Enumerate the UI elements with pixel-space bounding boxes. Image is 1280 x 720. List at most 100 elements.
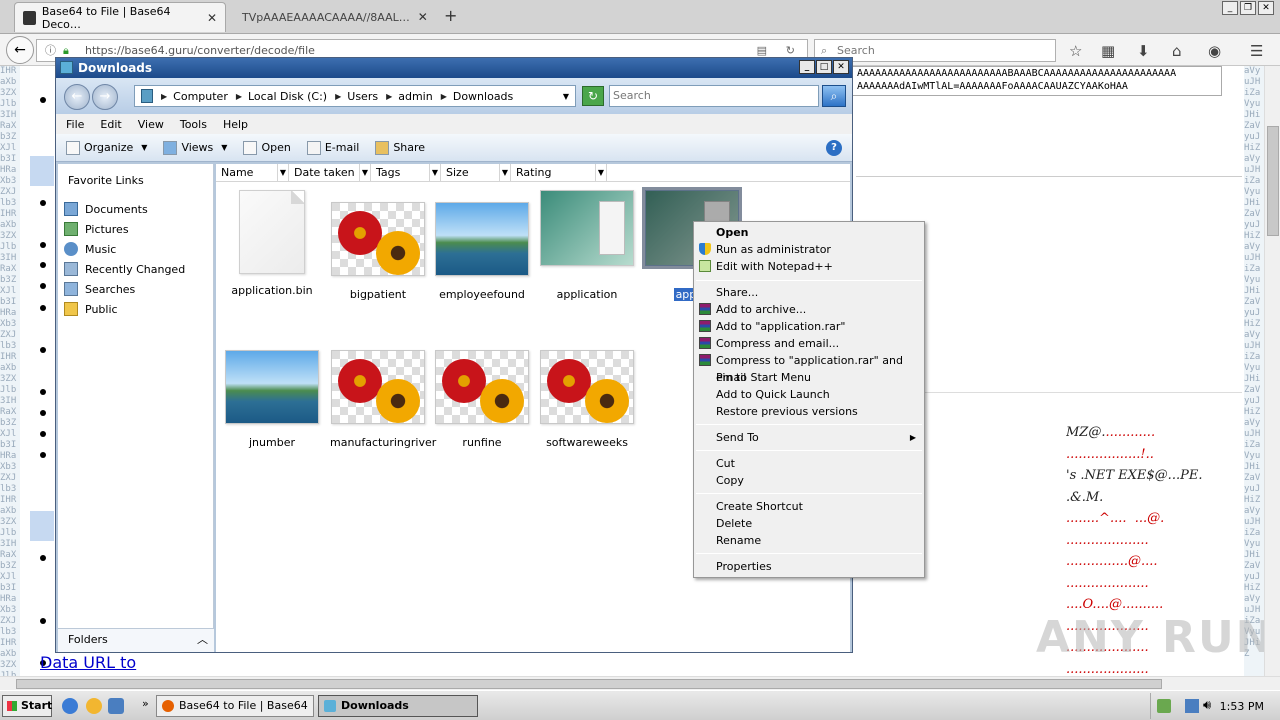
open-button[interactable]: Open [243, 140, 291, 155]
home-icon[interactable]: ⌂ [1172, 42, 1182, 60]
address-breadcrumb[interactable]: ▶ Computer ▶ Local Disk (C:) ▶ Users ▶ a… [134, 85, 576, 107]
menu-item-create-shortcut[interactable]: Create Shortcut [696, 498, 922, 515]
back-button[interactable]: ← [6, 36, 34, 64]
menu-item-pin-start[interactable]: Pin to Start Menu [696, 369, 922, 386]
file-item[interactable]: softwareweeks [537, 350, 637, 449]
views-button[interactable]: Views ▼ [163, 140, 227, 155]
column-rating[interactable]: Rating ▼ [511, 164, 607, 182]
download-icon[interactable]: ⬇ [1137, 42, 1150, 60]
email-button[interactable]: E-mail [306, 140, 359, 155]
show-desktop-icon[interactable] [108, 698, 124, 714]
menu-item-rename[interactable]: Rename [696, 532, 922, 549]
column-size[interactable]: Size ▼ [441, 164, 511, 182]
volume-icon[interactable]: 🔊︎ [1203, 698, 1211, 713]
start-button[interactable]: Start [2, 695, 52, 717]
menu-item-copy[interactable]: Copy [696, 472, 922, 489]
taskbar-item-downloads[interactable]: Downloads [318, 695, 478, 717]
menu-item-restore-versions[interactable]: Restore previous versions [696, 403, 922, 420]
menu-tools[interactable]: Tools [180, 118, 207, 131]
favorite-searches[interactable]: Searches [64, 282, 135, 296]
favorite-recently-changed[interactable]: Recently Changed [64, 262, 185, 276]
file-item[interactable]: bigpatient [328, 202, 428, 301]
page-horizontal-scrollbar[interactable] [0, 676, 1280, 690]
network-icon[interactable] [1185, 699, 1199, 713]
forward-button[interactable]: → [92, 84, 118, 110]
chevron-down-icon[interactable]: ▼ [358, 164, 368, 181]
chevron-right-icon[interactable]: ▶ [236, 92, 242, 101]
close-tab-icon[interactable]: ✕ [410, 10, 428, 24]
breadcrumb-admin[interactable]: admin [398, 90, 432, 103]
breadcrumb-users[interactable]: Users [347, 90, 378, 103]
column-tags[interactable]: Tags ▼ [371, 164, 441, 182]
chevron-down-icon[interactable]: ▼ [498, 164, 508, 181]
restore-button[interactable]: ❐ [1240, 1, 1256, 15]
share-button[interactable]: Share [375, 140, 425, 155]
menu-item-compress-rar-email[interactable]: Compress to "application.rar" and email [696, 352, 922, 384]
browser-tab[interactable]: TVpAAAEAAAACAAAA//8AAL… ✕ [228, 2, 434, 32]
menu-view[interactable]: View [138, 118, 164, 131]
pocket-icon[interactable]: ◉ [1208, 42, 1221, 60]
chevron-right-icon[interactable]: » [142, 697, 149, 710]
chevron-right-icon[interactable]: ▶ [386, 92, 392, 101]
menu-item-open[interactable]: Open [696, 224, 922, 241]
internet-explorer-icon[interactable] [62, 698, 78, 714]
chevron-down-icon[interactable]: ▼ [594, 164, 604, 181]
explorer-search-input[interactable]: Search [609, 85, 819, 107]
favorite-documents[interactable]: Documents [64, 202, 148, 216]
file-item[interactable]: application.bin [222, 190, 322, 297]
file-item[interactable]: manufacturingriver [328, 350, 436, 449]
menu-item-properties[interactable]: Properties [696, 558, 922, 575]
search-icon[interactable]: ⌕ [822, 85, 846, 107]
help-icon[interactable]: ? [826, 140, 842, 156]
minimize-button[interactable]: _ [799, 60, 815, 74]
menu-item-edit-notepad[interactable]: Edit with Notepad++ [696, 258, 922, 275]
menu-help[interactable]: Help [223, 118, 248, 131]
minimize-button[interactable]: _ [1222, 1, 1238, 15]
chevron-down-icon[interactable]: ▼ [563, 92, 569, 101]
chevron-right-icon[interactable]: ▶ [161, 92, 167, 101]
media-player-icon[interactable] [86, 698, 102, 714]
menu-item-cut[interactable]: Cut [696, 455, 922, 472]
new-tab-button[interactable]: + [444, 6, 457, 25]
file-item[interactable]: application [537, 190, 637, 301]
scroll-thumb[interactable] [16, 679, 1162, 689]
file-item[interactable]: jnumber [222, 350, 322, 449]
column-date-taken[interactable]: Date taken ▼ [289, 164, 371, 182]
scroll-thumb[interactable] [1267, 126, 1279, 236]
menu-item-add-rar[interactable]: Add to "application.rar" [696, 318, 922, 335]
favorite-pictures[interactable]: Pictures [64, 222, 129, 236]
breadcrumb-downloads[interactable]: Downloads [453, 90, 513, 103]
close-tab-icon[interactable]: ✕ [199, 11, 217, 25]
column-name[interactable]: Name ▼ [216, 164, 289, 182]
security-icon[interactable] [1157, 699, 1171, 713]
menu-item-quick-launch[interactable]: Add to Quick Launch [696, 386, 922, 403]
back-button[interactable]: ← [64, 84, 90, 110]
explorer-title-bar[interactable]: Downloads _ □ ✕ [56, 58, 852, 78]
menu-file[interactable]: File [66, 118, 84, 131]
organize-button[interactable]: Organize ▼ [66, 140, 147, 155]
breadcrumb-local-disk[interactable]: Local Disk (C:) [248, 90, 327, 103]
close-button[interactable]: ✕ [833, 60, 849, 74]
breadcrumb-computer[interactable]: Computer [173, 90, 228, 103]
menu-item-compress-email[interactable]: Compress and email... [696, 335, 922, 352]
menu-edit[interactable]: Edit [100, 118, 121, 131]
data-url-link[interactable]: Data URL to [40, 653, 136, 672]
folders-toggle[interactable]: Folders ︿ [58, 628, 214, 652]
file-item[interactable]: employeefound [432, 202, 532, 301]
reading-list-icon[interactable]: ▦ [1101, 42, 1115, 60]
maximize-button[interactable]: □ [816, 60, 832, 74]
clock[interactable]: 1:53 PM [1220, 700, 1264, 713]
favorite-public[interactable]: Public [64, 302, 118, 316]
page-vertical-scrollbar[interactable] [1264, 66, 1280, 676]
menu-item-delete[interactable]: Delete [696, 515, 922, 532]
taskbar-item-firefox[interactable]: Base64 to File | Base64 ... [156, 695, 314, 720]
base64-textarea[interactable]: AAAAAAAAAAAAAAAAAAAAAAAAABAAABCAAAAAAAAA… [852, 66, 1222, 96]
favorite-music[interactable]: Music [64, 242, 116, 256]
chevron-down-icon[interactable]: ▼ [276, 164, 286, 181]
chevron-right-icon[interactable]: ▶ [335, 92, 341, 101]
file-item[interactable]: runfine [432, 350, 532, 449]
menu-item-send-to[interactable]: Send To ▶ [696, 429, 922, 446]
menu-item-share[interactable]: Share... [696, 284, 922, 301]
chevron-down-icon[interactable]: ▼ [428, 164, 438, 181]
menu-icon[interactable]: ☰ [1250, 42, 1263, 60]
